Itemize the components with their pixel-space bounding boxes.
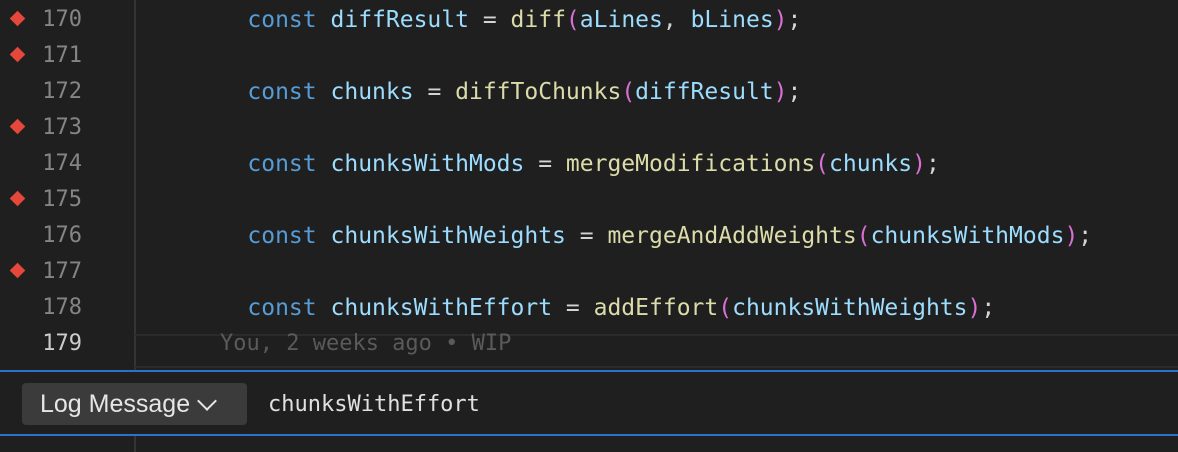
log-message-widget: Log Message: [0, 370, 1178, 436]
token-par: ): [773, 7, 788, 33]
token-var: aLines: [579, 7, 663, 33]
token-text: =: [524, 151, 566, 177]
log-message-input[interactable]: [268, 383, 1148, 425]
code-line-content: const chunksWithMods = mergeModification…: [192, 146, 940, 182]
token-text: ;: [925, 151, 940, 177]
token-kw: const: [247, 7, 317, 33]
token-text: =: [552, 295, 594, 321]
code-line[interactable]: 174 const chunksWithMods = mergeModifica…: [0, 146, 1178, 182]
code-editor[interactable]: 170 const diffResult = diff(aLines, bLin…: [0, 0, 1178, 370]
token-par: ): [773, 79, 788, 105]
code-line[interactable]: 171: [0, 38, 1178, 74]
breakpoint-icon[interactable]: [9, 118, 26, 135]
token-fn: addEffort: [593, 295, 719, 321]
code-line[interactable]: 172 const chunks = diffToChunks(diffResu…: [0, 74, 1178, 110]
breakpoint-icon[interactable]: [9, 46, 26, 63]
token-var: chunks: [829, 151, 913, 177]
code-line[interactable]: 178 const chunksWithEffort = addEffort(c…: [0, 290, 1178, 326]
token-text: =: [565, 223, 608, 249]
code-line[interactable]: 177: [0, 254, 1178, 290]
git-blame-annotation: You, 2 weeks ago • WIP: [220, 331, 512, 356]
token-par: ): [912, 151, 926, 177]
token-text: ;: [1078, 223, 1093, 249]
line-number: 180: [38, 436, 82, 446]
code-line[interactable]: 179 You, 2 weeks ago • WIP: [0, 326, 1178, 362]
chevron-down-icon: [197, 391, 218, 411]
line-number: 175: [42, 187, 82, 212]
token-var: chunksWithMods: [330, 151, 525, 177]
code-line[interactable]: 175: [0, 182, 1178, 218]
token-fn: diff: [510, 7, 566, 33]
code-line-content: const chunks = diffToChunks(diffResult);: [192, 74, 801, 110]
line-number: 172: [42, 79, 82, 104]
token-var: diffResult: [635, 79, 774, 105]
token-fn: mergeModifications: [565, 151, 816, 177]
token-var: chunksWithMods: [870, 223, 1065, 249]
code-line[interactable]: 170 const diffResult = diff(aLines, bLin…: [0, 2, 1178, 38]
line-number: 171: [42, 43, 82, 68]
token-par: (: [815, 151, 830, 177]
next-code-line: 180 const chunksWithEffort: [0, 436, 1178, 452]
token-kw: const: [247, 295, 317, 321]
token-fn: mergeAndAddWeights: [607, 223, 857, 249]
token-kw: const: [247, 79, 317, 105]
code-line[interactable]: 173: [0, 110, 1178, 146]
code-line-content: const chunksWithEffort = addEffort(chunk…: [192, 290, 995, 326]
line-number: 177: [42, 259, 82, 284]
token-kw: const: [247, 223, 317, 249]
code-line-content: const chunksWithEffort: [192, 436, 552, 446]
breakpoint-icon[interactable]: [9, 262, 26, 279]
breakpoint-icon[interactable]: [9, 10, 26, 27]
token-var: chunksWithWeights: [330, 223, 566, 249]
token-par: ): [967, 295, 982, 321]
token-var: chunksWithEffort: [330, 295, 553, 321]
token-var: chunksWithWeights: [732, 295, 968, 321]
token-text: ;: [787, 7, 802, 33]
token-text: =: [468, 7, 511, 33]
line-number: 178: [42, 295, 82, 320]
token-var: diffResult: [330, 7, 469, 33]
line-number: 176: [42, 223, 82, 248]
token-par: (: [718, 295, 733, 321]
token-par: (: [856, 223, 871, 249]
code-line-content: const chunksWithWeights = mergeAndAddWei…: [192, 218, 1092, 254]
line-number: 173: [42, 115, 82, 140]
breakpoint-type-label: Log Message: [40, 389, 191, 418]
token-par: (: [621, 79, 636, 105]
token-text: ;: [981, 295, 996, 321]
line-number: 170: [42, 7, 82, 32]
token-text: ,: [662, 7, 691, 33]
line-number: 174: [42, 151, 82, 176]
token-par: ): [1064, 223, 1079, 249]
token-kw: const: [247, 436, 316, 441]
gutter-divider-lower: [134, 436, 136, 452]
token-var: chunks: [330, 79, 414, 105]
code-line-content: const diffResult = diff(aLines, bLines);: [192, 2, 801, 38]
token-par: (: [565, 7, 580, 33]
code-line[interactable]: 176 const chunksWithWeights = mergeAndAd…: [0, 218, 1178, 254]
token-fn: diffToChunks: [455, 79, 622, 105]
token-text: ;: [787, 79, 802, 105]
line-number: 179: [42, 331, 82, 356]
breakpoint-icon[interactable]: [9, 190, 26, 207]
token-var: chunksWithEffort: [331, 436, 553, 441]
token-kw: const: [247, 151, 317, 177]
breakpoint-type-dropdown[interactable]: Log Message: [22, 383, 247, 425]
token-var: bLines: [690, 7, 774, 33]
token-text: =: [413, 79, 456, 105]
